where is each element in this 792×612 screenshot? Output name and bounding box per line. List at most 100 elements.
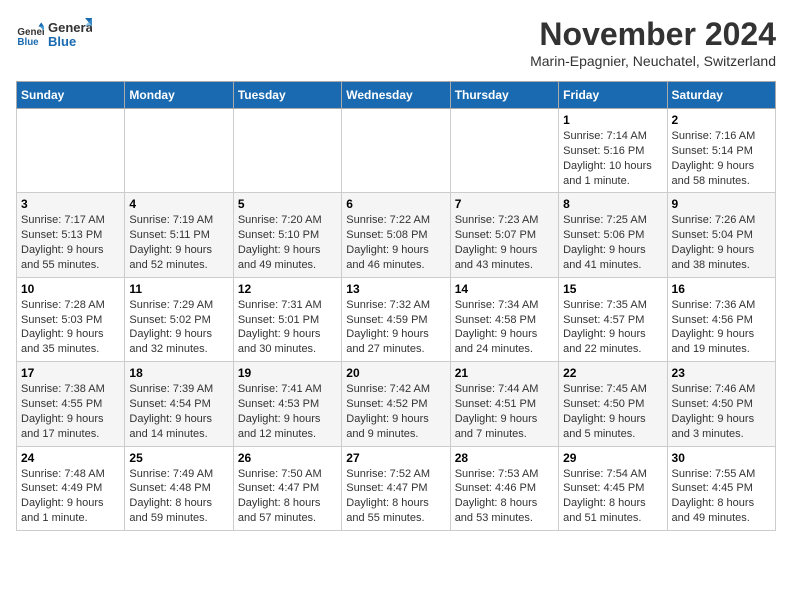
calendar-header-row: SundayMondayTuesdayWednesdayThursdayFrid… — [17, 82, 776, 109]
day-info: Sunrise: 7:49 AM Sunset: 4:48 PM Dayligh… — [129, 467, 228, 526]
title-area: November 2024 Marin-Epagnier, Neuchatel,… — [530, 16, 776, 69]
calendar-cell: 8Sunrise: 7:25 AM Sunset: 5:06 PM Daylig… — [559, 193, 667, 277]
day-info: Sunrise: 7:28 AM Sunset: 5:03 PM Dayligh… — [21, 298, 120, 357]
location-title: Marin-Epagnier, Neuchatel, Switzerland — [530, 53, 776, 69]
calendar-week-row: 1 Sunrise: 7:14 AM Sunset: 5:16 PM Daylig… — [17, 109, 776, 193]
day-info: Sunrise: 7:32 AM Sunset: 4:59 PM Dayligh… — [346, 298, 445, 357]
day-number: 26 — [238, 451, 337, 465]
day-of-week-header: Thursday — [450, 82, 558, 109]
calendar-cell: 4Sunrise: 7:19 AM Sunset: 5:11 PM Daylig… — [125, 193, 233, 277]
day-info: Sunrise: 7:39 AM Sunset: 4:54 PM Dayligh… — [129, 382, 228, 441]
calendar-cell — [233, 109, 341, 193]
calendar-cell: 13Sunrise: 7:32 AM Sunset: 4:59 PM Dayli… — [342, 277, 450, 361]
calendar-cell: 14 Sunrise: 7:34 AM Sunset: 4:58 PM Dayli… — [450, 277, 558, 361]
day-of-week-header: Wednesday — [342, 82, 450, 109]
calendar-cell: 26 Sunrise: 7:50 AM Sunset: 4:47 PM Dayli… — [233, 446, 341, 530]
calendar-cell — [342, 109, 450, 193]
calendar-cell: 17 Sunrise: 7:38 AM Sunset: 4:55 PM Dayli… — [17, 362, 125, 446]
day-of-week-header: Saturday — [667, 82, 775, 109]
day-info: Sunrise: 7:46 AM Sunset: 4:50 PM Dayligh… — [672, 382, 771, 441]
calendar-cell: 20 Sunrise: 7:42 AM Sunset: 4:52 PM Dayli… — [342, 362, 450, 446]
day-number: 14 — [455, 282, 554, 296]
day-number: 9 — [672, 197, 771, 211]
calendar-week-row: 10Sunrise: 7:28 AM Sunset: 5:03 PM Dayli… — [17, 277, 776, 361]
day-info: Sunrise: 7:22 AM Sunset: 5:08 PM Dayligh… — [346, 213, 445, 272]
day-info: Sunrise: 7:16 AM Sunset: 5:14 PM Dayligh… — [672, 129, 771, 188]
logo: General Blue General Blue — [16, 16, 92, 54]
day-number: 28 — [455, 451, 554, 465]
calendar-cell: 9 Sunrise: 7:26 AM Sunset: 5:04 PM Daylig… — [667, 193, 775, 277]
day-info: Sunrise: 7:17 AM Sunset: 5:13 PM Dayligh… — [21, 213, 120, 272]
calendar-cell: 5 Sunrise: 7:20 AM Sunset: 5:10 PM Daylig… — [233, 193, 341, 277]
day-number: 4 — [129, 197, 228, 211]
calendar-cell — [125, 109, 233, 193]
day-number: 8 — [563, 197, 662, 211]
calendar-cell: 1 Sunrise: 7:14 AM Sunset: 5:16 PM Daylig… — [559, 109, 667, 193]
day-info: Sunrise: 7:45 AM Sunset: 4:50 PM Dayligh… — [563, 382, 662, 441]
day-number: 3 — [21, 197, 120, 211]
calendar-table: SundayMondayTuesdayWednesdayThursdayFrid… — [16, 81, 776, 531]
calendar-week-row: 17 Sunrise: 7:38 AM Sunset: 4:55 PM Dayli… — [17, 362, 776, 446]
calendar-cell: 30Sunrise: 7:55 AM Sunset: 4:45 PM Dayli… — [667, 446, 775, 530]
page-header: General Blue General Blue November 2024 … — [16, 16, 776, 69]
day-number: 7 — [455, 197, 554, 211]
calendar-cell: 10Sunrise: 7:28 AM Sunset: 5:03 PM Dayli… — [17, 277, 125, 361]
day-info: Sunrise: 7:48 AM Sunset: 4:49 PM Dayligh… — [21, 467, 120, 526]
day-info: Sunrise: 7:35 AM Sunset: 4:57 PM Dayligh… — [563, 298, 662, 357]
calendar-cell: 18 Sunrise: 7:39 AM Sunset: 4:54 PM Dayli… — [125, 362, 233, 446]
logo-icon: General Blue — [16, 21, 44, 49]
svg-text:Blue: Blue — [17, 37, 39, 48]
day-info: Sunrise: 7:38 AM Sunset: 4:55 PM Dayligh… — [21, 382, 120, 441]
logo-svg: General Blue — [48, 16, 92, 54]
month-title: November 2024 — [530, 16, 776, 53]
day-number: 15 — [563, 282, 662, 296]
calendar-cell: 21 Sunrise: 7:44 AM Sunset: 4:51 PM Dayli… — [450, 362, 558, 446]
day-info: Sunrise: 7:23 AM Sunset: 5:07 PM Dayligh… — [455, 213, 554, 272]
calendar-cell — [17, 109, 125, 193]
day-number: 16 — [672, 282, 771, 296]
day-info: Sunrise: 7:52 AM Sunset: 4:47 PM Dayligh… — [346, 467, 445, 526]
day-number: 27 — [346, 451, 445, 465]
day-info: Sunrise: 7:55 AM Sunset: 4:45 PM Dayligh… — [672, 467, 771, 526]
day-info: Sunrise: 7:50 AM Sunset: 4:47 PM Dayligh… — [238, 467, 337, 526]
calendar-cell: 16 Sunrise: 7:36 AM Sunset: 4:56 PM Dayli… — [667, 277, 775, 361]
calendar-cell: 6 Sunrise: 7:22 AM Sunset: 5:08 PM Daylig… — [342, 193, 450, 277]
day-number: 25 — [129, 451, 228, 465]
day-number: 22 — [563, 366, 662, 380]
day-number: 11 — [129, 282, 228, 296]
day-info: Sunrise: 7:29 AM Sunset: 5:02 PM Dayligh… — [129, 298, 228, 357]
day-number: 18 — [129, 366, 228, 380]
day-info: Sunrise: 7:36 AM Sunset: 4:56 PM Dayligh… — [672, 298, 771, 357]
day-number: 29 — [563, 451, 662, 465]
svg-text:Blue: Blue — [48, 34, 76, 49]
day-of-week-header: Tuesday — [233, 82, 341, 109]
day-number: 1 — [563, 113, 662, 127]
calendar-cell: 19Sunrise: 7:41 AM Sunset: 4:53 PM Dayli… — [233, 362, 341, 446]
day-info: Sunrise: 7:14 AM Sunset: 5:16 PM Dayligh… — [563, 129, 662, 188]
day-info: Sunrise: 7:26 AM Sunset: 5:04 PM Dayligh… — [672, 213, 771, 272]
day-info: Sunrise: 7:44 AM Sunset: 4:51 PM Dayligh… — [455, 382, 554, 441]
day-number: 17 — [21, 366, 120, 380]
calendar-cell: 12Sunrise: 7:31 AM Sunset: 5:01 PM Dayli… — [233, 277, 341, 361]
day-number: 5 — [238, 197, 337, 211]
calendar-cell: 7 Sunrise: 7:23 AM Sunset: 5:07 PM Daylig… — [450, 193, 558, 277]
day-info: Sunrise: 7:42 AM Sunset: 4:52 PM Dayligh… — [346, 382, 445, 441]
calendar-cell: 28 Sunrise: 7:53 AM Sunset: 4:46 PM Dayli… — [450, 446, 558, 530]
day-info: Sunrise: 7:53 AM Sunset: 4:46 PM Dayligh… — [455, 467, 554, 526]
calendar-cell: 27 Sunrise: 7:52 AM Sunset: 4:47 PM Dayli… — [342, 446, 450, 530]
day-number: 24 — [21, 451, 120, 465]
calendar-cell: 11 Sunrise: 7:29 AM Sunset: 5:02 PM Dayli… — [125, 277, 233, 361]
day-info: Sunrise: 7:34 AM Sunset: 4:58 PM Dayligh… — [455, 298, 554, 357]
calendar-cell: 23Sunrise: 7:46 AM Sunset: 4:50 PM Dayli… — [667, 362, 775, 446]
svg-text:General: General — [48, 20, 92, 35]
day-number: 6 — [346, 197, 445, 211]
day-of-week-header: Monday — [125, 82, 233, 109]
day-info: Sunrise: 7:20 AM Sunset: 5:10 PM Dayligh… — [238, 213, 337, 272]
day-of-week-header: Sunday — [17, 82, 125, 109]
calendar-week-row: 24 Sunrise: 7:48 AM Sunset: 4:49 PM Dayli… — [17, 446, 776, 530]
day-number: 21 — [455, 366, 554, 380]
day-number: 20 — [346, 366, 445, 380]
calendar-cell: 24 Sunrise: 7:48 AM Sunset: 4:49 PM Dayli… — [17, 446, 125, 530]
day-info: Sunrise: 7:41 AM Sunset: 4:53 PM Dayligh… — [238, 382, 337, 441]
calendar-cell: 2Sunrise: 7:16 AM Sunset: 5:14 PM Daylig… — [667, 109, 775, 193]
